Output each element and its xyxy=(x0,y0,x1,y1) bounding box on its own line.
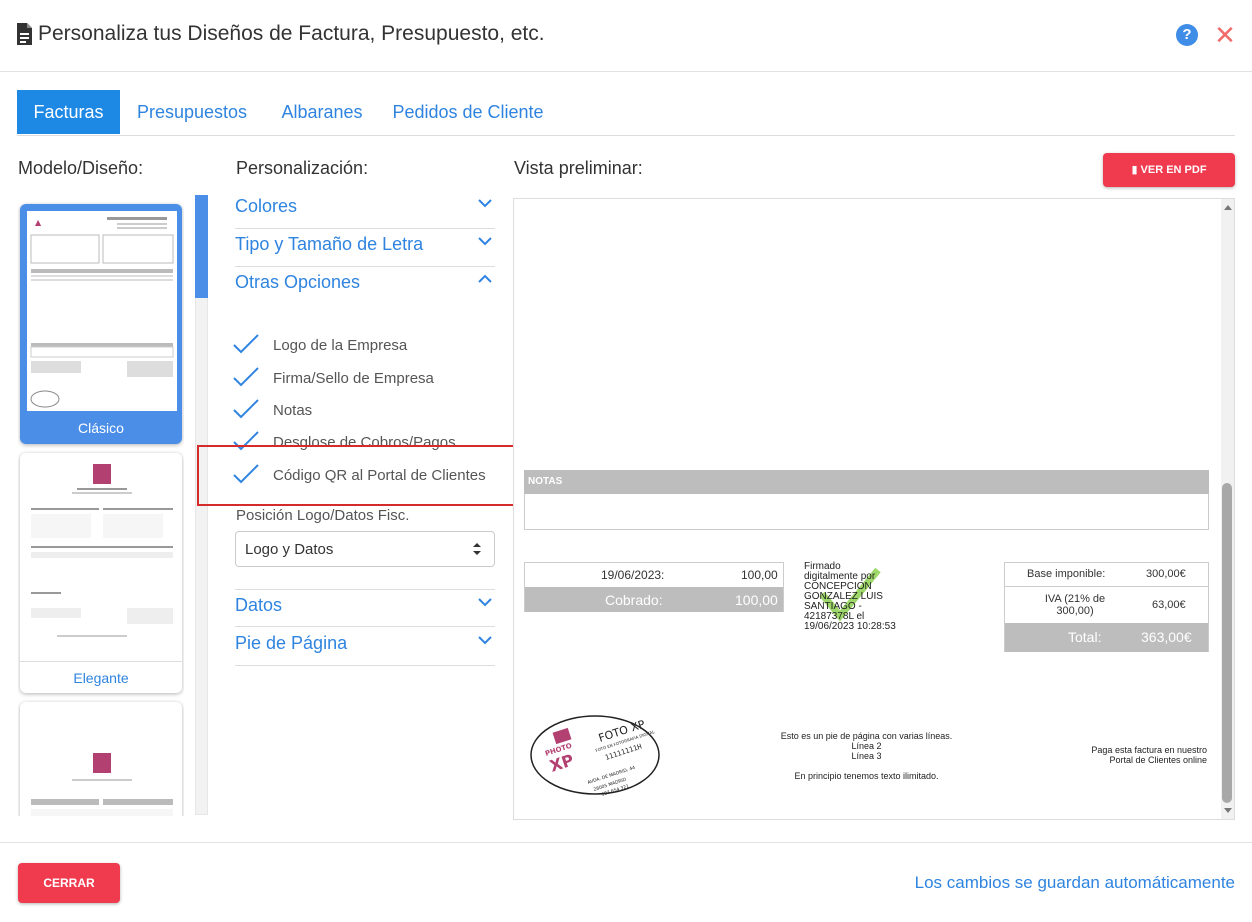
totals-table: Base imponible: 300,00€ IVA (21% de 300,… xyxy=(1004,562,1209,652)
payment-row: 19/06/2023: 100,00 xyxy=(525,563,783,587)
base-label: Base imponible: xyxy=(1027,568,1106,580)
select-arrows-icon xyxy=(473,543,481,555)
iva-label: IVA (21% de 300,00) xyxy=(1044,593,1106,617)
position-select[interactable]: Logo y Datos xyxy=(235,531,495,567)
cobrado-row: Cobrado: 100,00 xyxy=(525,587,783,612)
notes-box xyxy=(524,494,1209,530)
chevron-down-icon xyxy=(478,636,492,645)
chevron-up-icon xyxy=(478,274,492,283)
help-icon[interactable]: ? xyxy=(1176,24,1198,46)
total-row: Total: 363,00€ xyxy=(1005,623,1208,652)
notes-header: NOTAS xyxy=(524,470,1209,494)
model-3-thumbnail xyxy=(27,709,177,816)
total-value: 363,00€ xyxy=(1141,629,1192,645)
checkmark-icon xyxy=(233,399,259,419)
checkmark-icon xyxy=(233,367,259,387)
base-row: Base imponible: 300,00€ xyxy=(1005,563,1208,587)
cobrado-amount: 100,00 xyxy=(735,592,778,608)
portal-line: Portal de Clientes online xyxy=(1109,755,1207,765)
position-select-value: Logo y Datos xyxy=(245,541,334,558)
elegante-thumbnail xyxy=(27,460,177,660)
document-type-tabs: Facturas Presupuestos Albaranes Pedidos … xyxy=(17,90,1235,136)
model-label-clasico: Clásico xyxy=(78,420,124,436)
iva-value: 63,00€ xyxy=(1152,599,1186,611)
portal-text: Paga esta factura en nuestro Portal de C… xyxy=(1074,745,1207,765)
footer-line: En principio tenemos texto ilimitado. xyxy=(794,771,939,781)
footer-line: Línea 3 xyxy=(851,751,882,761)
option-label: Firma/Sello de Empresa xyxy=(273,370,434,387)
tab-albaranes[interactable]: Albaranes xyxy=(272,90,372,134)
base-value: 300,00€ xyxy=(1146,568,1186,580)
payment-amount: 100,00 xyxy=(741,568,778,582)
portal-line: Paga esta factura en nuestro xyxy=(1091,745,1207,755)
accordion-colores-label: Colores xyxy=(235,196,298,216)
accordion-tipo-label: Tipo y Tamaño de Letra xyxy=(235,234,424,254)
document-icon xyxy=(17,23,32,45)
model-label-elegante: Elegante xyxy=(20,661,182,693)
tab-facturas[interactable]: Facturas xyxy=(17,90,120,134)
accordion-pie-label: Pie de Página xyxy=(235,633,348,653)
option-notas[interactable]: Notas xyxy=(232,397,492,425)
dialog-title: Personaliza tus Diseños de Factura, Pres… xyxy=(38,22,545,45)
accordion-tipo-letra[interactable]: Tipo y Tamaño de Letra xyxy=(235,229,495,267)
footer-line: Línea 2 xyxy=(851,741,882,751)
iva-row: IVA (21% de 300,00) 63,00€ xyxy=(1005,587,1208,623)
models-scrollbar-thumb[interactable] xyxy=(195,195,208,298)
model-card-clasico[interactable]: ▲ Clásico xyxy=(20,204,182,444)
accordion-colores[interactable]: Colores xyxy=(235,191,495,229)
chevron-down-icon xyxy=(478,199,492,208)
svg-text:▲: ▲ xyxy=(35,218,42,227)
cobrado-label: Cobrado: xyxy=(605,592,663,608)
preview-scrollbar-thumb[interactable] xyxy=(1222,483,1232,803)
option-label: Notas xyxy=(273,402,313,419)
close-icon[interactable]: ✕ xyxy=(1214,22,1236,48)
invoice-preview[interactable]: NOTAS 19/06/2023: 100,00 Cobrado: 100,00… xyxy=(513,198,1235,820)
tab-presupuestos[interactable]: Presupuestos xyxy=(130,90,254,134)
clasico-thumbnail: ▲ xyxy=(27,211,177,411)
option-logo-empresa[interactable]: Logo de la Empresa xyxy=(232,332,492,360)
accordion-pie-pagina[interactable]: Pie de Página xyxy=(235,628,495,666)
accordion-otras-opciones[interactable]: Otras Opciones xyxy=(235,267,495,305)
customization-title: Personalización: xyxy=(236,158,369,178)
total-label: Total: xyxy=(1068,629,1102,645)
option-label: Logo de la Empresa xyxy=(273,337,408,354)
models-title: Modelo/Diseño: xyxy=(18,158,144,178)
close-button[interactable]: CERRAR xyxy=(18,863,120,903)
dialog-header: Personaliza tus Diseños de Factura, Pres… xyxy=(0,0,1252,72)
accordion-otras-label: Otras Opciones xyxy=(235,272,361,292)
option-firma-sello[interactable]: Firma/Sello de Empresa xyxy=(232,365,492,393)
scroll-down-icon[interactable] xyxy=(1223,807,1233,815)
accordion-datos-label: Datos xyxy=(235,595,283,615)
signature-line: 19/06/2023 10:28:53 xyxy=(804,621,896,632)
chevron-down-icon xyxy=(478,598,492,607)
model-card-3[interactable] xyxy=(20,702,182,816)
footer-text: Esto es un pie de página con varias líne… xyxy=(754,731,979,781)
payment-date: 19/06/2023: xyxy=(601,568,665,582)
company-stamp: FOTO XP FOTO EN FOTOGRAFIA DIGITAL 11111… xyxy=(530,715,660,796)
highlight-box xyxy=(197,445,522,506)
view-pdf-label: VER EN PDF xyxy=(1140,164,1207,176)
position-label: Posición Logo/Datos Fisc. xyxy=(236,507,410,524)
chevron-down-icon xyxy=(478,237,492,246)
model-card-elegante[interactable]: Elegante xyxy=(20,453,182,693)
payments-table: 19/06/2023: 100,00 Cobrado: 100,00 xyxy=(524,562,784,612)
accordion-datos[interactable]: Datos xyxy=(235,589,495,627)
view-pdf-button[interactable]: ▮ VER EN PDF xyxy=(1103,153,1235,187)
pdf-icon: ▮ xyxy=(1131,164,1141,176)
autosave-notice: Los cambios se guardan automáticamente xyxy=(914,873,1235,892)
models-list: ▲ Clásico Elegante xyxy=(18,198,184,816)
digital-signature: Firmado digitalmente por CONCEPCION GONZ… xyxy=(804,562,904,632)
preview-title: Vista preliminar: xyxy=(514,158,643,178)
tab-pedidos-cliente[interactable]: Pedidos de Cliente xyxy=(390,90,546,134)
checkmark-icon xyxy=(233,334,259,354)
footer-line: Esto es un pie de página con varias líne… xyxy=(780,731,953,741)
scroll-up-icon[interactable] xyxy=(1223,203,1233,211)
